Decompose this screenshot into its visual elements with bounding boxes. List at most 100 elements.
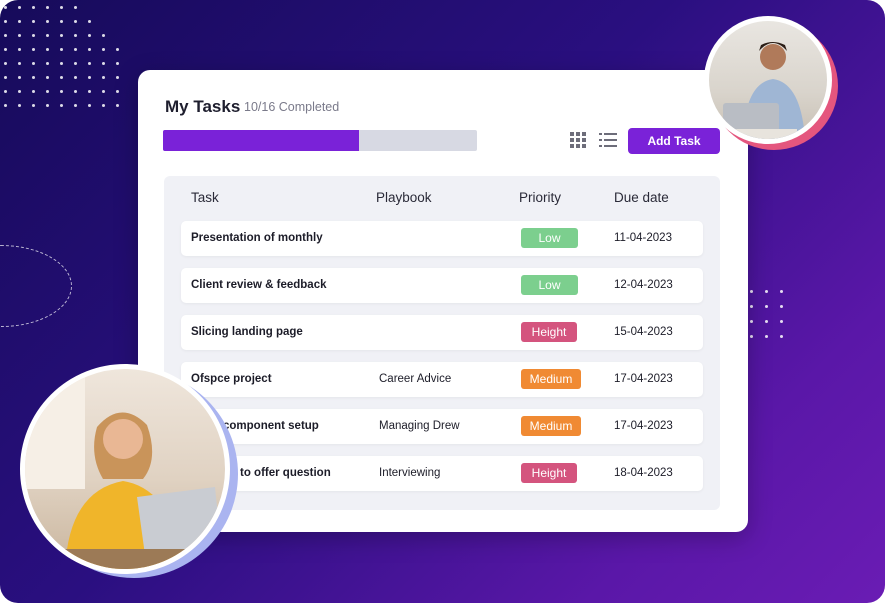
decorative-dot bbox=[46, 6, 49, 9]
decorative-dot bbox=[116, 62, 119, 65]
column-header-due-date: Due date bbox=[614, 190, 669, 205]
progress-bar bbox=[163, 130, 477, 151]
decorative-dot bbox=[4, 62, 7, 65]
decorative-dot bbox=[32, 20, 35, 23]
background: My Tasks 10/16 Completed Add Task Task P… bbox=[0, 0, 885, 603]
decorative-dot bbox=[74, 48, 77, 51]
due-date: 12-04-2023 bbox=[614, 279, 673, 291]
decorative-dot bbox=[102, 104, 105, 107]
add-task-button[interactable]: Add Task bbox=[628, 128, 720, 154]
decorative-dot bbox=[60, 48, 63, 51]
table-row[interactable]: component setup Managing Drew Medium 17-… bbox=[181, 409, 703, 444]
decorative-dot bbox=[32, 90, 35, 93]
decorative-dot bbox=[102, 34, 105, 37]
decorative-dot bbox=[74, 62, 77, 65]
decorative-dot bbox=[32, 48, 35, 51]
playbook: Interviewing bbox=[379, 467, 441, 479]
decorative-dot bbox=[88, 48, 91, 51]
decorative-dashed-arc bbox=[0, 245, 72, 327]
avatar-man-photo bbox=[704, 16, 832, 144]
decorative-dot bbox=[780, 335, 783, 338]
list-view-icon[interactable] bbox=[599, 132, 617, 148]
decorative-dot bbox=[765, 290, 768, 293]
decorative-dot bbox=[18, 104, 21, 107]
decorative-dot bbox=[18, 6, 21, 9]
decorative-dot bbox=[4, 90, 7, 93]
decorative-dot bbox=[60, 76, 63, 79]
column-header-priority: Priority bbox=[519, 190, 562, 205]
decorative-dot bbox=[765, 320, 768, 323]
playbook: Career Advice bbox=[379, 373, 452, 385]
decorative-dot bbox=[780, 290, 783, 293]
table-row[interactable]: Presentation of monthly Low 11-04-2023 bbox=[181, 221, 703, 256]
table-row[interactable]: to offer question Interviewing Height 18… bbox=[181, 456, 703, 491]
decorative-dot bbox=[60, 6, 63, 9]
decorative-dot bbox=[46, 48, 49, 51]
priority-badge: Low bbox=[521, 275, 578, 295]
decorative-dot bbox=[18, 20, 21, 23]
decorative-dot bbox=[88, 76, 91, 79]
decorative-dot bbox=[88, 20, 91, 23]
decorative-dot bbox=[102, 62, 105, 65]
column-header-task: Task bbox=[191, 190, 219, 205]
decorative-dot bbox=[60, 90, 63, 93]
decorative-dot bbox=[780, 320, 783, 323]
decorative-dot bbox=[750, 290, 753, 293]
avatar-woman-photo bbox=[20, 364, 230, 574]
decorative-dot bbox=[102, 90, 105, 93]
completed-count: 10/16 Completed bbox=[244, 100, 340, 114]
priority-badge: Medium bbox=[521, 416, 581, 436]
decorative-dot bbox=[32, 34, 35, 37]
decorative-dot bbox=[4, 76, 7, 79]
decorative-dot bbox=[32, 76, 35, 79]
decorative-dot bbox=[765, 335, 768, 338]
decorative-dot bbox=[46, 76, 49, 79]
task-name: Slicing landing page bbox=[191, 326, 303, 338]
decorative-dot bbox=[750, 335, 753, 338]
due-date: 18-04-2023 bbox=[614, 467, 673, 479]
decorative-dot bbox=[780, 305, 783, 308]
decorative-dot bbox=[46, 34, 49, 37]
priority-badge: Low bbox=[521, 228, 578, 248]
task-name: to offer question bbox=[240, 467, 331, 479]
decorative-dot bbox=[116, 48, 119, 51]
table-row[interactable]: Ofspce project Career Advice Medium 17-0… bbox=[181, 362, 703, 397]
task-name: component setup bbox=[223, 420, 319, 432]
column-header-playbook: Playbook bbox=[376, 190, 432, 205]
table-row[interactable]: Client review & feedback Low 12-04-2023 bbox=[181, 268, 703, 303]
woman-illustration bbox=[25, 369, 225, 569]
decorative-dot bbox=[18, 90, 21, 93]
decorative-dot bbox=[60, 104, 63, 107]
decorative-dot bbox=[60, 62, 63, 65]
priority-badge: Height bbox=[521, 463, 577, 483]
grid-view-icon[interactable] bbox=[570, 132, 586, 148]
decorative-dot bbox=[46, 20, 49, 23]
playbook: Managing Drew bbox=[379, 420, 460, 432]
task-name: Presentation of monthly bbox=[191, 232, 323, 244]
task-name: Client review & feedback bbox=[191, 279, 327, 291]
due-date: 11-04-2023 bbox=[614, 232, 672, 244]
decorative-dot bbox=[4, 34, 7, 37]
decorative-dot bbox=[60, 34, 63, 37]
due-date: 15-04-2023 bbox=[614, 326, 673, 338]
due-date: 17-04-2023 bbox=[614, 373, 673, 385]
decorative-dot bbox=[750, 305, 753, 308]
decorative-dot bbox=[74, 90, 77, 93]
decorative-dot bbox=[46, 104, 49, 107]
man-illustration bbox=[717, 42, 805, 139]
decorative-dot bbox=[88, 34, 91, 37]
decorative-dot bbox=[18, 76, 21, 79]
decorative-dot bbox=[4, 48, 7, 51]
decorative-dot bbox=[116, 104, 119, 107]
decorative-dot bbox=[60, 20, 63, 23]
decorative-dot bbox=[88, 104, 91, 107]
decorative-dot bbox=[4, 6, 7, 9]
priority-badge: Medium bbox=[521, 369, 581, 389]
table-row[interactable]: Slicing landing page Height 15-04-2023 bbox=[181, 315, 703, 350]
decorative-dot bbox=[74, 76, 77, 79]
decorative-dot bbox=[74, 20, 77, 23]
decorative-dot bbox=[18, 48, 21, 51]
decorative-dot bbox=[46, 90, 49, 93]
decorative-dot bbox=[32, 6, 35, 9]
page-title: My Tasks bbox=[165, 97, 241, 116]
